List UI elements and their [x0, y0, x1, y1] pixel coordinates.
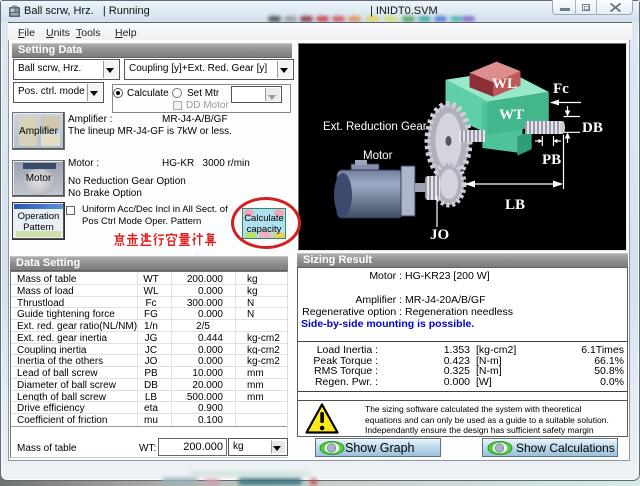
svg-text:Ext. Reduction Gear: Ext. Reduction Gear [323, 121, 427, 133]
svg-text:PB: PB [542, 152, 561, 168]
svg-text:DB: DB [582, 120, 603, 136]
svg-text:JO: JO [430, 227, 449, 243]
svg-text:WL: WL [492, 76, 517, 92]
svg-text:Motor: Motor [363, 150, 393, 162]
svg-text:WT: WT [499, 107, 524, 123]
svg-text:LB: LB [505, 197, 525, 213]
svg-text:Fc: Fc [553, 81, 569, 97]
